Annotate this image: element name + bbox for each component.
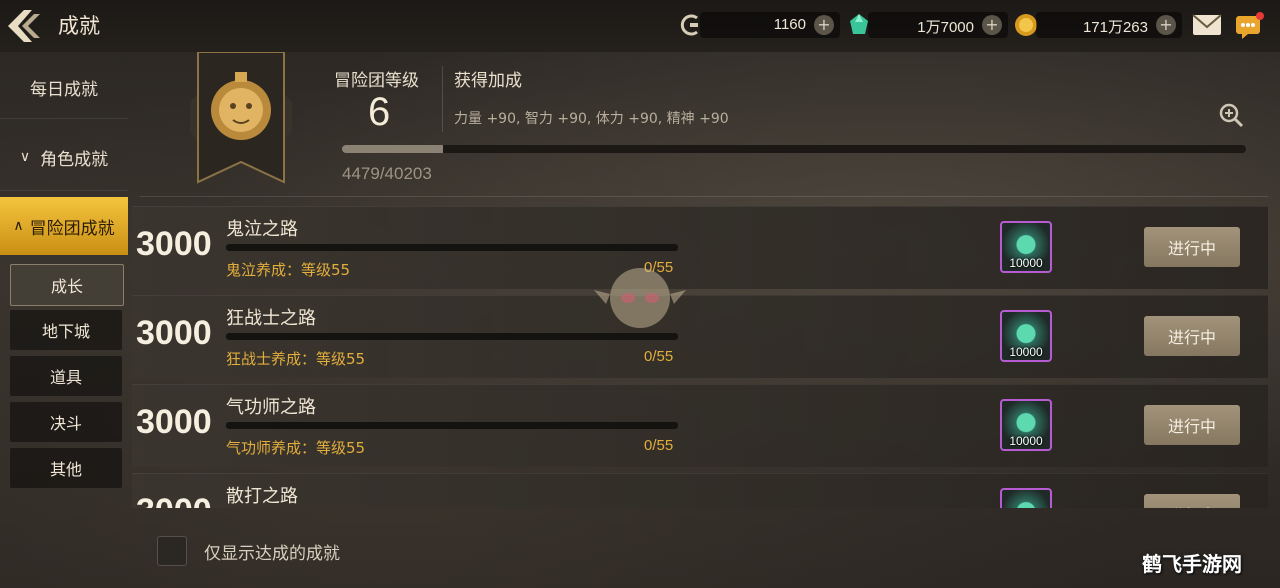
sidebar-item-character[interactable]: ∨ 角色成就	[0, 128, 128, 186]
currency-value: 1万7000	[917, 19, 974, 36]
exp-text: 4479/40203	[342, 164, 432, 183]
adventure-level-panel: 冒险团等级 6 获得加成 力量 +90, 智力 +90, 体力 +90, 精神 …	[140, 52, 1268, 200]
achievement-row: 3000 气功师之路 气功师养成：等级55 0/55 10000 进行中	[132, 384, 1268, 467]
achievement-row: 3000 狂战士之路 狂战士养成：等级55 0/55 10000 进行中	[132, 295, 1268, 378]
achievement-progress-text: 0/55	[644, 437, 674, 454]
sub-tab-dungeon[interactable]: 地下城	[10, 310, 122, 350]
sidebar-item-daily[interactable]: 每日成就	[0, 58, 128, 116]
checkbox-label: 仅显示达成的成就	[204, 544, 340, 564]
achievement-row: 3000 散打之路 进行中	[132, 473, 1268, 508]
reward-gem-icon[interactable]	[1000, 488, 1052, 508]
divider	[140, 196, 1268, 197]
mascot-watermark-icon	[594, 268, 686, 328]
sub-tab-label: 决斗	[49, 414, 82, 433]
sidebar-item-label: 角色成就	[40, 149, 109, 170]
divider	[0, 190, 128, 191]
sidebar-item-label: 每日成就	[30, 79, 98, 100]
achievement-name: 鬼泣之路	[226, 219, 298, 240]
achievement-points: 3000	[136, 403, 212, 441]
achievement-name: 散打之路	[226, 486, 298, 507]
achievement-progress-bar	[226, 333, 678, 340]
sub-tab-other[interactable]: 其他	[10, 448, 122, 488]
sub-tab-items[interactable]: 道具	[10, 356, 122, 396]
exp-progress-bar	[342, 145, 1246, 153]
achievement-points: 3000	[136, 492, 212, 508]
divider	[0, 118, 128, 119]
exp-progress-fill	[342, 145, 443, 153]
add-currency-button[interactable]: +	[1156, 15, 1176, 35]
currency-crown: 1160 +	[700, 12, 840, 38]
lion-emblem-icon	[190, 52, 292, 184]
status-button[interactable]: 进行中	[1144, 405, 1240, 445]
reward-gem-icon[interactable]: 10000	[1000, 221, 1052, 273]
reward-qty: 10000	[1009, 345, 1043, 359]
achievement-progress-bar	[226, 422, 678, 429]
mail-icon[interactable]	[1192, 14, 1222, 36]
footer: 仅显示达成的成就 鹤飞手游网	[0, 508, 1280, 588]
achievement-progress-text: 0/55	[644, 348, 674, 365]
currency-gold: 171万263 +	[1036, 12, 1182, 38]
achievement-points: 3000	[136, 225, 212, 263]
reward-qty: 10000	[1009, 434, 1043, 448]
bonus-text: 力量 +90, 智力 +90, 体力 +90, 精神 +90	[454, 111, 729, 127]
divider	[442, 66, 443, 132]
chevron-up-icon: ∧	[13, 218, 24, 234]
sub-tab-label: 成长	[50, 277, 83, 296]
sidebar-item-label: 冒险团成就	[29, 218, 115, 239]
sub-tab-label: 道具	[49, 368, 82, 387]
sidebar: 每日成就 ∨ 角色成就 ∧ 冒险团成就 成长 地下城 道具 决斗 其他	[0, 52, 130, 508]
top-bar: 成就 1160 + 1万7000 + 171万263 +	[0, 0, 1280, 52]
level-value: 6	[368, 90, 391, 134]
achievement-desc: 狂战士养成：等级55	[226, 350, 366, 368]
add-currency-button[interactable]: +	[814, 15, 834, 35]
currency-gem: 1万7000 +	[868, 12, 1008, 38]
currency-value: 1160	[773, 16, 806, 33]
sub-tab-label: 地下城	[41, 322, 90, 341]
achievement-list[interactable]: 3000 鬼泣之路 鬼泣养成：等级55 0/55 10000 进行中 3000 …	[132, 206, 1268, 508]
achievement-points: 3000	[136, 314, 212, 352]
back-button[interactable]	[4, 6, 48, 46]
zoom-in-icon[interactable]	[1218, 102, 1244, 128]
achievement-row: 3000 鬼泣之路 鬼泣养成：等级55 0/55 10000 进行中	[132, 206, 1268, 289]
bonus-label: 获得加成	[454, 71, 522, 91]
achievement-desc: 气功师养成：等级55	[226, 439, 366, 457]
status-button[interactable]: 进行中	[1144, 494, 1240, 508]
currency-value: 171万263	[1082, 19, 1148, 36]
achievement-name: 狂战士之路	[226, 308, 316, 329]
sub-tab-growth[interactable]: 成长	[10, 264, 124, 306]
reward-gem-icon[interactable]: 10000	[1000, 399, 1052, 451]
reward-gem-icon[interactable]: 10000	[1000, 310, 1052, 362]
add-currency-button[interactable]: +	[982, 15, 1002, 35]
chat-icon[interactable]	[1234, 12, 1264, 40]
sidebar-item-adventure[interactable]: ∧ 冒险团成就	[0, 197, 128, 255]
status-button[interactable]: 进行中	[1144, 316, 1240, 356]
chevron-down-icon: ∨	[19, 149, 31, 165]
page-title: 成就	[58, 14, 100, 38]
sub-tab-label: 其他	[49, 460, 82, 479]
status-button[interactable]: 进行中	[1144, 227, 1240, 267]
site-watermark: 鹤飞手游网	[1142, 552, 1242, 576]
reward-qty: 10000	[1009, 256, 1043, 270]
achievement-name: 气功师之路	[226, 397, 316, 418]
achievement-progress-bar	[226, 244, 678, 251]
back-arrow-icon	[8, 10, 40, 42]
show-completed-checkbox[interactable]	[157, 536, 187, 566]
achievement-desc: 鬼泣养成：等级55	[226, 261, 351, 279]
level-label: 冒险团等级	[334, 71, 419, 91]
sub-tab-duel[interactable]: 决斗	[10, 402, 122, 442]
